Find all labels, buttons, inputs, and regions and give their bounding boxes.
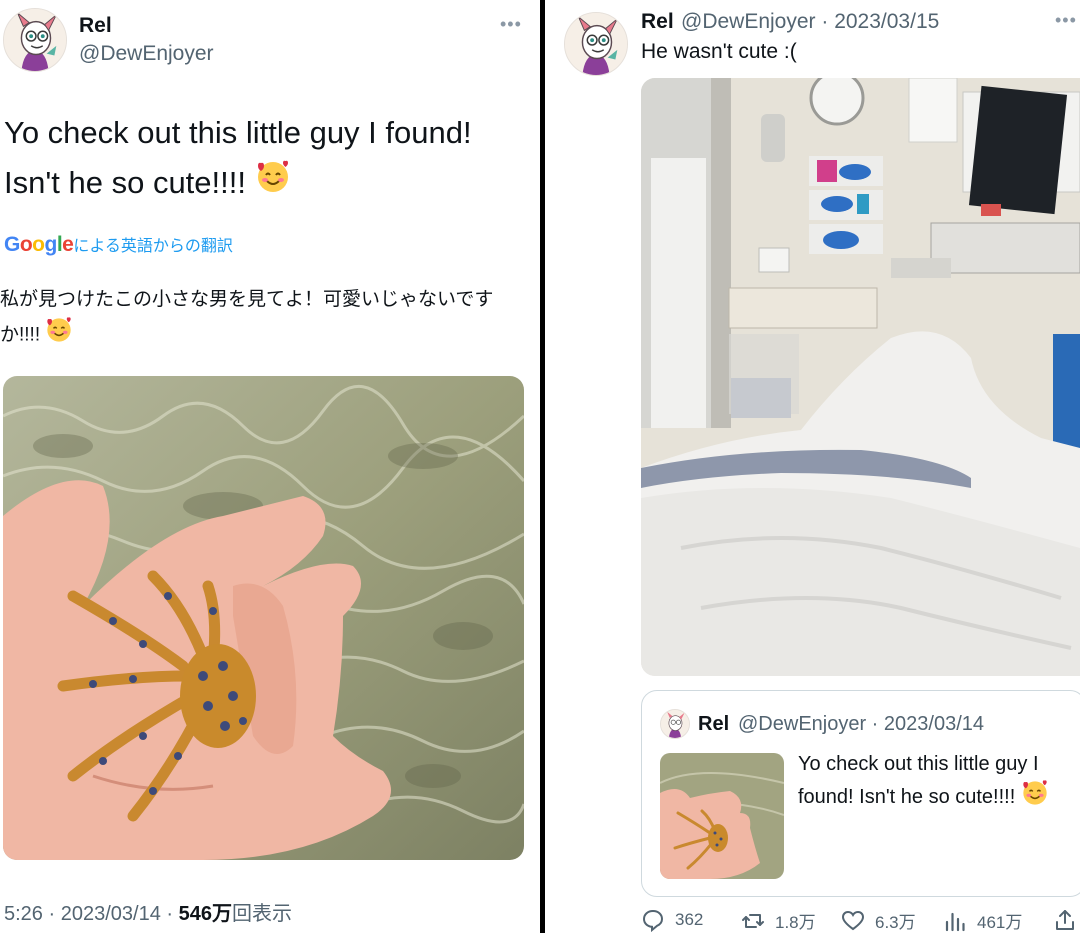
- right-tweet-panel: Rel @DewEnjoyer · 2023/03/15 ••• He wasn…: [545, 0, 1080, 933]
- like-icon: [841, 910, 865, 930]
- views-label: 回表示: [231, 903, 292, 925]
- avatar: [660, 709, 690, 739]
- translated-text-content: 私が見つけたこの小さな男を見てよ！可愛いじゃないですか!!!!: [0, 289, 494, 346]
- avatar[interactable]: [564, 12, 628, 76]
- quoted-text-content: Yo check out this little guy I found! Is…: [798, 753, 1039, 808]
- handle[interactable]: @DewEnjoyer: [79, 42, 214, 66]
- more-icon[interactable]: •••: [500, 14, 522, 35]
- quoted-display-name: Rel: [698, 713, 730, 735]
- views-button[interactable]: 461万: [943, 908, 1022, 933]
- quoted-date: 2023/03/14: [883, 713, 985, 735]
- retweet-count: 1.8万: [775, 913, 816, 932]
- quoted-tweet[interactable]: Rel @DewEnjoyer · 2023/03/14 Yo check ou…: [641, 690, 1080, 897]
- tweet-text: He wasn't cute :(: [641, 40, 797, 63]
- smiling-hearts-emoji: [45, 316, 73, 355]
- octopus-photo[interactable]: [3, 376, 524, 860]
- avatar-illustration: [661, 710, 689, 738]
- display-name[interactable]: Rel: [641, 10, 674, 34]
- translated-text: 私が見つけたこの小さな男を見てよ！可愛いじゃないですか!!!!: [0, 284, 530, 355]
- hospital-photo[interactable]: [641, 78, 1080, 676]
- tweet-time[interactable]: 5:26: [4, 903, 43, 925]
- display-name[interactable]: Rel: [79, 14, 112, 38]
- google-logo: Google: [4, 233, 74, 256]
- handle-and-date: @DewEnjoyer · 2023/03/15: [681, 10, 939, 34]
- avatar-illustration: [565, 13, 627, 75]
- more-icon[interactable]: •••: [1055, 10, 1077, 31]
- tweet-text: Yo check out this little guy I found! Is…: [4, 108, 534, 210]
- reply-button[interactable]: 362: [641, 908, 703, 932]
- tweet-date[interactable]: 2023/03/15: [834, 10, 939, 33]
- views-count: 546万: [178, 903, 232, 925]
- share-button[interactable]: [1053, 908, 1077, 932]
- quoted-octopus-thumbnail: [660, 753, 784, 879]
- smiling-hearts-emoji: [1021, 779, 1049, 816]
- handle[interactable]: @DewEnjoyer: [681, 10, 816, 33]
- avatar[interactable]: [3, 8, 67, 72]
- views-icon: [945, 912, 965, 931]
- meta-separator: ·: [866, 713, 884, 735]
- quoted-text: Yo check out this little guy I found! Is…: [798, 749, 1068, 816]
- quoted-handle-and-date: @DewEnjoyer · 2023/03/14: [738, 713, 984, 736]
- reply-icon: [642, 909, 664, 932]
- share-icon: [1056, 910, 1074, 930]
- translation-attribution[interactable]: Googleによる英語からの翻訳: [4, 232, 233, 257]
- tweet-date[interactable]: 2023/03/14: [61, 903, 161, 925]
- smiling-hearts-emoji: [255, 159, 291, 210]
- retweet-icon: [742, 913, 764, 928]
- reply-count: 362: [675, 910, 704, 929]
- avatar-illustration: [4, 9, 66, 71]
- meta-separator: ·: [166, 903, 179, 925]
- tweet-meta: 5:26 · 2023/03/14 · 546万回表示: [4, 897, 292, 926]
- like-button[interactable]: 6.3万: [841, 908, 916, 933]
- translation-label: による英語からの翻訳: [73, 238, 233, 255]
- tweet-text-content: Yo check out this little guy I found! Is…: [4, 115, 472, 200]
- meta-separator: ·: [815, 10, 835, 33]
- left-tweet-panel: Rel @DewEnjoyer ••• Yo check out this li…: [0, 0, 540, 933]
- views-count: 461万: [977, 913, 1023, 932]
- meta-separator: ·: [48, 903, 61, 925]
- tweet-actions: 362 1.8万 6.3万 461万: [641, 908, 1080, 933]
- retweet-button[interactable]: 1.8万: [741, 908, 816, 933]
- like-count: 6.3万: [875, 913, 916, 932]
- quoted-handle: @DewEnjoyer: [738, 713, 867, 735]
